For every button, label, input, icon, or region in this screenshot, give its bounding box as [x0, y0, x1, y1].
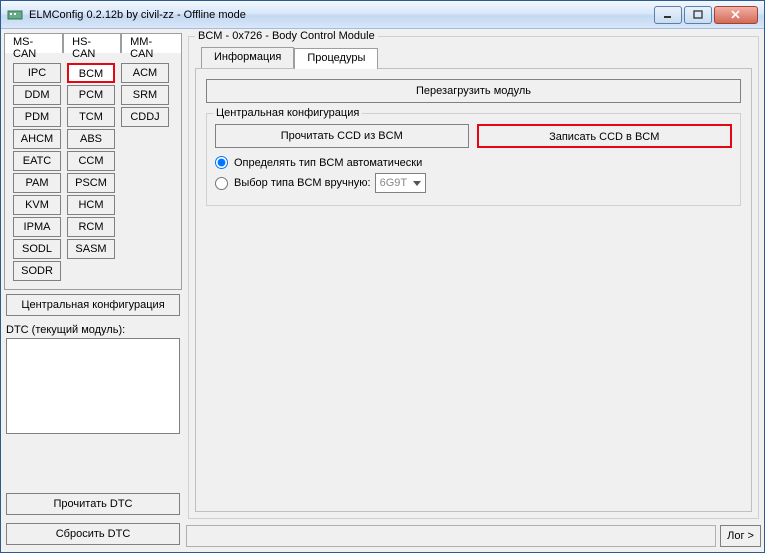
module-rcm[interactable]: RCM: [67, 217, 115, 237]
module-pdm[interactable]: PDM: [13, 107, 61, 127]
client-area: MS-CAN HS-CAN MM-CAN IPC BCM ACM DDM PCM…: [1, 29, 764, 552]
module-bcm[interactable]: BCM: [67, 63, 115, 83]
procedures-panel: Перезагрузить модуль Центральная конфигу…: [195, 68, 752, 512]
radio-manual-label: Выбор типа BCM вручную:: [234, 177, 371, 189]
module-eatc[interactable]: EATC: [13, 151, 61, 171]
ccd-group: Центральная конфигурация Прочитать CCD и…: [206, 113, 741, 206]
module-grid-panel: IPC BCM ACM DDM PCM SRM PDM TCM CDDJ AHC…: [4, 52, 182, 290]
module-kvm[interactable]: KVM: [13, 195, 61, 215]
write-ccd-button[interactable]: Записать CCD в BCM: [477, 124, 733, 148]
tab-info[interactable]: Информация: [201, 47, 294, 68]
module-ddm[interactable]: DDM: [13, 85, 61, 105]
module-tcm[interactable]: TCM: [67, 107, 115, 127]
tab-procedures[interactable]: Процедуры: [294, 48, 378, 69]
module-pcm[interactable]: PCM: [67, 85, 115, 105]
reset-dtc-button[interactable]: Сбросить DTC: [6, 523, 180, 545]
module-detail-title: BCM - 0x726 - Body Control Module: [195, 30, 378, 42]
dtc-group-label: DTC (текущий модуль):: [6, 324, 180, 336]
radio-manual-row: Выбор типа BCM вручную: 6G9T: [215, 173, 732, 193]
log-output: [186, 525, 716, 547]
module-ipc[interactable]: IPC: [13, 63, 61, 83]
tab-ms-can[interactable]: MS-CAN: [4, 33, 63, 53]
module-sodl[interactable]: SODL: [13, 239, 61, 259]
module-ccm[interactable]: CCM: [67, 151, 115, 171]
app-icon: [7, 7, 23, 23]
bottom-bar: Лог >: [186, 523, 761, 549]
module-sasm[interactable]: SASM: [67, 239, 115, 259]
close-button[interactable]: [714, 6, 758, 24]
radio-auto[interactable]: [215, 156, 228, 169]
radio-auto-row: Определять тип BCM автоматически: [215, 156, 732, 169]
module-cddj[interactable]: CDDJ: [121, 107, 169, 127]
central-config-button[interactable]: Центральная конфигурация: [6, 294, 180, 316]
module-pscm[interactable]: PSCM: [67, 173, 115, 193]
bcm-type-select[interactable]: 6G9T: [375, 173, 427, 193]
ccd-group-title: Центральная конфигурация: [213, 107, 362, 119]
module-detail-group: BCM - 0x726 - Body Control Module Информ…: [188, 36, 759, 519]
radio-manual[interactable]: [215, 177, 228, 190]
bus-tabs: MS-CAN HS-CAN MM-CAN: [4, 32, 182, 52]
minimize-button[interactable]: [654, 6, 682, 24]
module-acm[interactable]: ACM: [121, 63, 169, 83]
dtc-text-area[interactable]: [6, 338, 180, 434]
left-pane: MS-CAN HS-CAN MM-CAN IPC BCM ACM DDM PCM…: [4, 32, 182, 549]
module-hcm[interactable]: HCM: [67, 195, 115, 215]
window-controls: [654, 6, 758, 24]
detail-tabs: Информация Процедуры: [201, 47, 752, 68]
window-title: ELMConfig 0.2.12b by civil-zz - Offline …: [29, 9, 654, 21]
titlebar: ELMConfig 0.2.12b by civil-zz - Offline …: [1, 1, 764, 29]
app-window: ELMConfig 0.2.12b by civil-zz - Offline …: [0, 0, 765, 553]
module-srm[interactable]: SRM: [121, 85, 169, 105]
read-ccd-button[interactable]: Прочитать CCD из BCM: [215, 124, 469, 148]
log-toggle-button[interactable]: Лог >: [720, 525, 761, 547]
reload-module-button[interactable]: Перезагрузить модуль: [206, 79, 741, 103]
module-ahcm[interactable]: AHCM: [13, 129, 61, 149]
read-dtc-button[interactable]: Прочитать DTC: [6, 493, 180, 515]
ccd-buttons-row: Прочитать CCD из BCM Записать CCD в BCM: [215, 124, 732, 148]
right-pane: BCM - 0x726 - Body Control Module Информ…: [186, 32, 761, 549]
tab-mm-can[interactable]: MM-CAN: [121, 33, 182, 53]
module-ipma[interactable]: IPMA: [13, 217, 61, 237]
module-grid: IPC BCM ACM DDM PCM SRM PDM TCM CDDJ AHC…: [9, 57, 177, 285]
module-pam[interactable]: PAM: [13, 173, 61, 193]
module-sodr[interactable]: SODR: [13, 261, 61, 281]
maximize-button[interactable]: [684, 6, 712, 24]
module-abs[interactable]: ABS: [67, 129, 115, 149]
tab-hs-can[interactable]: HS-CAN: [63, 33, 121, 53]
radio-auto-label: Определять тип BCM автоматически: [234, 157, 422, 169]
